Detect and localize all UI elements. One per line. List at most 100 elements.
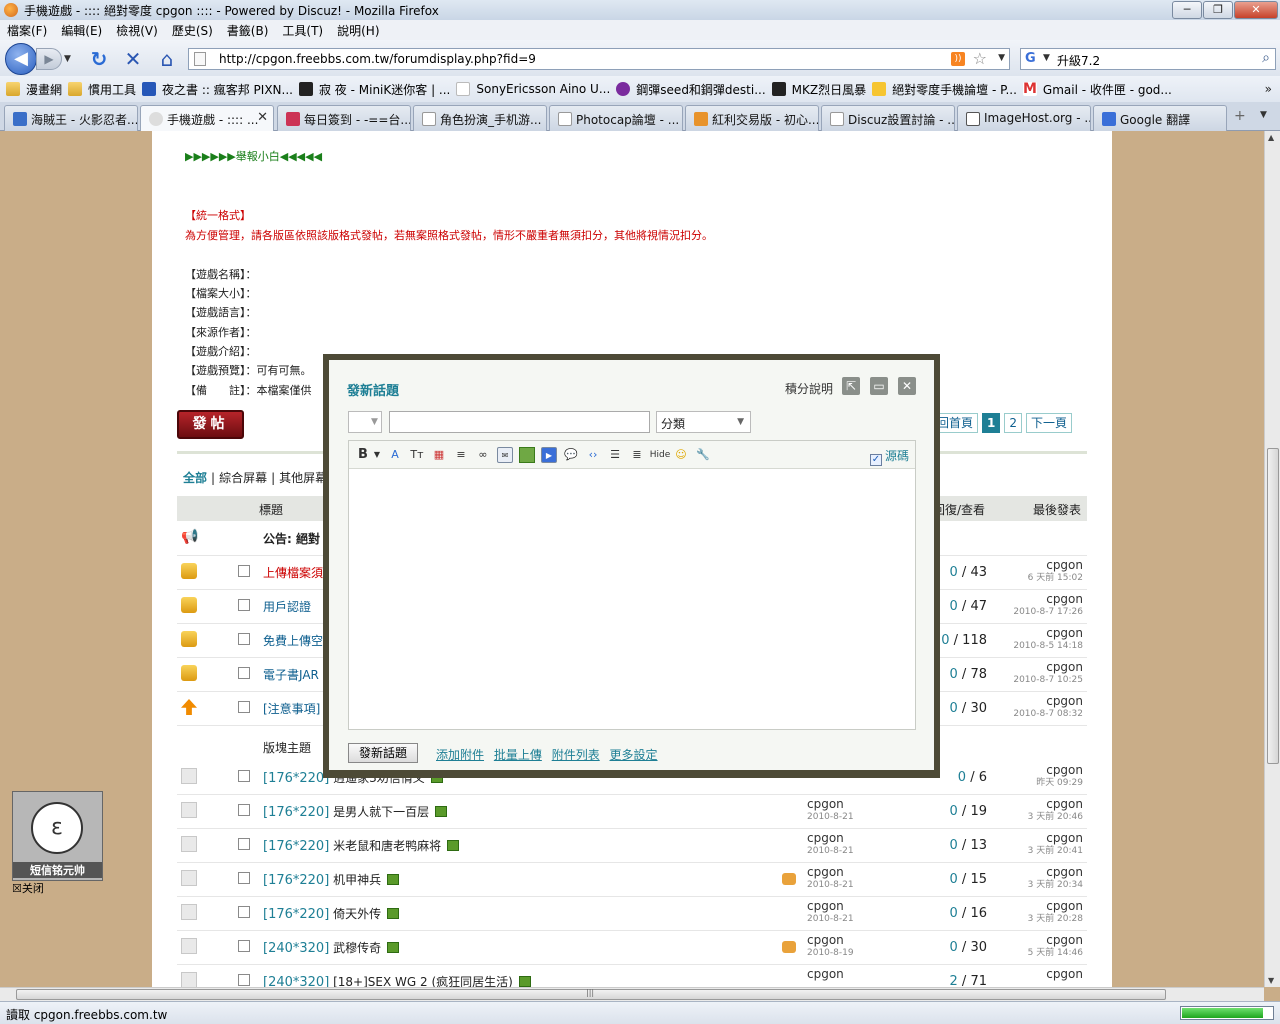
hide-icon[interactable]: Hide bbox=[649, 447, 671, 463]
thread-checkbox[interactable] bbox=[238, 667, 250, 679]
thread-checkbox[interactable] bbox=[238, 633, 250, 645]
thread-title[interactable]: 用戶認證 bbox=[263, 600, 311, 614]
thread-checkbox[interactable] bbox=[238, 565, 250, 577]
thread-tag[interactable]: [176*220] bbox=[263, 771, 329, 786]
filter-general-screen[interactable]: 綜合屏幕 bbox=[219, 471, 267, 485]
thread-checkbox[interactable] bbox=[238, 872, 250, 884]
bookmark-item[interactable]: SonyEricsson Aino U... bbox=[456, 82, 610, 96]
source-code-toggle[interactable]: ✓ 源碼 bbox=[869, 447, 909, 466]
bookmark-item[interactable]: 慣用工具 bbox=[68, 81, 136, 98]
home-icon[interactable]: ⌂ bbox=[155, 49, 179, 69]
popout-icon[interactable]: ⇱ bbox=[842, 377, 860, 395]
menu-view[interactable]: 檢視(V) bbox=[109, 22, 165, 39]
thread-title[interactable]: 倚天外传 bbox=[333, 907, 381, 921]
bookmark-item[interactable]: 漫畫網 bbox=[6, 81, 62, 98]
filter-all[interactable]: 全部 bbox=[183, 471, 207, 485]
thread-title[interactable]: 武穆传奇 bbox=[333, 941, 381, 955]
thread-tag[interactable]: [176*220] bbox=[263, 839, 329, 854]
widget-close-link[interactable]: ☒关闭 bbox=[12, 880, 44, 896]
media-icon[interactable]: ▶ bbox=[541, 447, 557, 463]
quote-icon[interactable]: 💬 bbox=[563, 447, 579, 463]
tab-item[interactable]: Discuz設置討論 - ... bbox=[821, 105, 955, 131]
attachment-list-link[interactable]: 附件列表 bbox=[552, 748, 600, 762]
thread-checkbox[interactable] bbox=[238, 804, 250, 816]
close-tab-icon[interactable]: ✕ bbox=[257, 110, 268, 125]
tab-item[interactable]: ImageHost.org - ... bbox=[957, 105, 1091, 131]
thread-title[interactable]: 米老鼠和唐老鸭麻将 bbox=[333, 839, 441, 853]
tab-item[interactable]: Google 翻譯 bbox=[1093, 105, 1227, 131]
post-icon-select[interactable]: ▼ bbox=[348, 411, 382, 433]
tab-list-icon[interactable]: ▼ bbox=[1260, 110, 1267, 120]
checkbox-checked-icon[interactable]: ✓ bbox=[869, 454, 882, 466]
subject-input[interactable] bbox=[389, 411, 650, 433]
bookmark-item[interactable]: 絕對零度手機論壇 - P... bbox=[872, 81, 1017, 98]
numbered-list-icon[interactable]: ☰ bbox=[607, 447, 623, 463]
points-help-link[interactable]: 積分說明 bbox=[785, 380, 833, 397]
color-palette-icon[interactable]: ▦ bbox=[431, 447, 447, 463]
thread-tag[interactable]: [240*320] bbox=[263, 941, 329, 956]
url-history-dropdown-icon[interactable]: ▼ bbox=[998, 53, 1005, 63]
thread-title[interactable]: 電子書JAR bbox=[263, 668, 319, 682]
thread-checkbox[interactable] bbox=[238, 770, 250, 782]
wrench-icon[interactable]: 🔧 bbox=[695, 447, 711, 463]
thread-tag[interactable]: [240*320] bbox=[263, 975, 329, 987]
menu-file[interactable]: 檔案(F) bbox=[0, 22, 54, 39]
stop-icon[interactable]: ✕ bbox=[121, 49, 145, 69]
font-size-icon[interactable]: Tт bbox=[409, 447, 425, 463]
thread-title[interactable]: 是男人就下一百层 bbox=[333, 805, 429, 819]
tab-item[interactable]: 角色扮演_手机游... bbox=[413, 105, 547, 131]
submit-topic-button[interactable]: 發新話題 bbox=[348, 743, 418, 763]
search-input[interactable]: 升級7.2 bbox=[1057, 52, 1100, 69]
table-row[interactable]: [176*220] 倚天外传 cpgon 2010-8-21 0 / 16 cpg… bbox=[177, 897, 1087, 931]
table-row[interactable]: [240*320] [18+]SEX WG 2 (疯狂同居生活) cpgon 2… bbox=[177, 965, 1087, 987]
reload-icon[interactable]: ↻ bbox=[87, 49, 111, 69]
thread-checkbox[interactable] bbox=[238, 906, 250, 918]
vertical-scrollbar[interactable]: ▲ ▼ bbox=[1264, 131, 1280, 987]
thread-title[interactable]: [注意事項] bbox=[263, 702, 320, 716]
add-attachment-link[interactable]: 添加附件 bbox=[436, 748, 484, 762]
maximize-button[interactable]: ❐ bbox=[1203, 1, 1233, 19]
floating-mascot-widget[interactable]: ε 短信铭元帅 bbox=[12, 791, 103, 881]
page-next-link[interactable]: 下一頁 bbox=[1026, 413, 1073, 433]
batch-upload-link[interactable]: 批量上傳 bbox=[494, 748, 542, 762]
horizontal-scrollbar[interactable]: ||| bbox=[0, 987, 1264, 1001]
scroll-up-icon[interactable]: ▲ bbox=[1268, 133, 1274, 142]
tab-item-active[interactable]: 手機遊戲 - :::: ... ✕ bbox=[140, 105, 274, 132]
thread-checkbox[interactable] bbox=[238, 974, 250, 986]
close-window-button[interactable]: ✕ bbox=[1234, 1, 1278, 19]
tab-item[interactable]: 海賊王 - 火影忍者... bbox=[4, 105, 138, 131]
bookmark-item[interactable]: 寂 夜 - MiniK迷你客 | ... bbox=[298, 81, 450, 98]
bookmark-item[interactable]: M Gmail - 收件匣 - god... bbox=[1022, 81, 1172, 98]
back-button[interactable]: ◀ bbox=[5, 43, 37, 75]
maximize-icon[interactable]: ▭ bbox=[870, 377, 888, 395]
bookmark-item[interactable]: 夜之書 :: 瘋客邦 PIXN... bbox=[142, 81, 293, 98]
bookmark-item[interactable]: 鋼彈seed和鋼彈desti... bbox=[616, 81, 766, 98]
post-button[interactable]: 發帖 bbox=[177, 410, 244, 439]
align-icon[interactable]: ≡ bbox=[453, 447, 469, 463]
bookmarks-overflow-button[interactable]: » bbox=[1265, 82, 1272, 96]
thread-title[interactable]: [18+]SEX WG 2 (疯狂同居生活) bbox=[333, 975, 513, 987]
history-dropdown-icon[interactable]: ▼ bbox=[64, 54, 71, 64]
email-icon[interactable]: ✉ bbox=[497, 447, 513, 463]
search-icon[interactable]: ⌕ bbox=[1262, 50, 1270, 66]
post-editor[interactable]: B ▼ A Tт ▦ ≡ ∞ ✉ ▶ 💬 ‹› ☰ ≣ Hide ☺ 🔧 ✓ 源… bbox=[348, 440, 916, 730]
tab-item[interactable]: 紅利交易版 - 初心... bbox=[685, 105, 819, 131]
thread-title[interactable]: 机甲神兵 bbox=[333, 873, 381, 887]
google-engine-icon[interactable]: G bbox=[1025, 51, 1041, 67]
list-icon[interactable]: ≣ bbox=[629, 447, 645, 463]
minimize-button[interactable]: ─ bbox=[1172, 1, 1202, 19]
scroll-down-icon[interactable]: ▼ bbox=[1268, 976, 1274, 985]
url-bar[interactable]: http://cpgon.freebbs.com.tw/forumdisplay… bbox=[188, 48, 1010, 70]
menu-edit[interactable]: 編輯(E) bbox=[54, 22, 109, 39]
scroll-thumb[interactable] bbox=[1267, 448, 1279, 764]
thread-tag[interactable]: [176*220] bbox=[263, 907, 329, 922]
thread-tag[interactable]: [176*220] bbox=[263, 805, 329, 820]
forward-button[interactable]: ▶ bbox=[36, 48, 62, 70]
close-dialog-icon[interactable]: ✕ bbox=[898, 377, 916, 395]
font-color-icon[interactable]: A bbox=[387, 447, 403, 463]
table-row[interactable]: [176*220] 机甲神兵 cpgon 2010-8-21 0 / 15 cpg… bbox=[177, 863, 1087, 897]
font-dropdown-icon[interactable]: ▼ bbox=[369, 447, 385, 463]
announcement-title[interactable]: 公告: 絕對 bbox=[263, 530, 320, 547]
rss-feed-icon[interactable]: )) bbox=[951, 52, 965, 66]
category-select[interactable]: 分類 ▼ bbox=[656, 411, 751, 433]
